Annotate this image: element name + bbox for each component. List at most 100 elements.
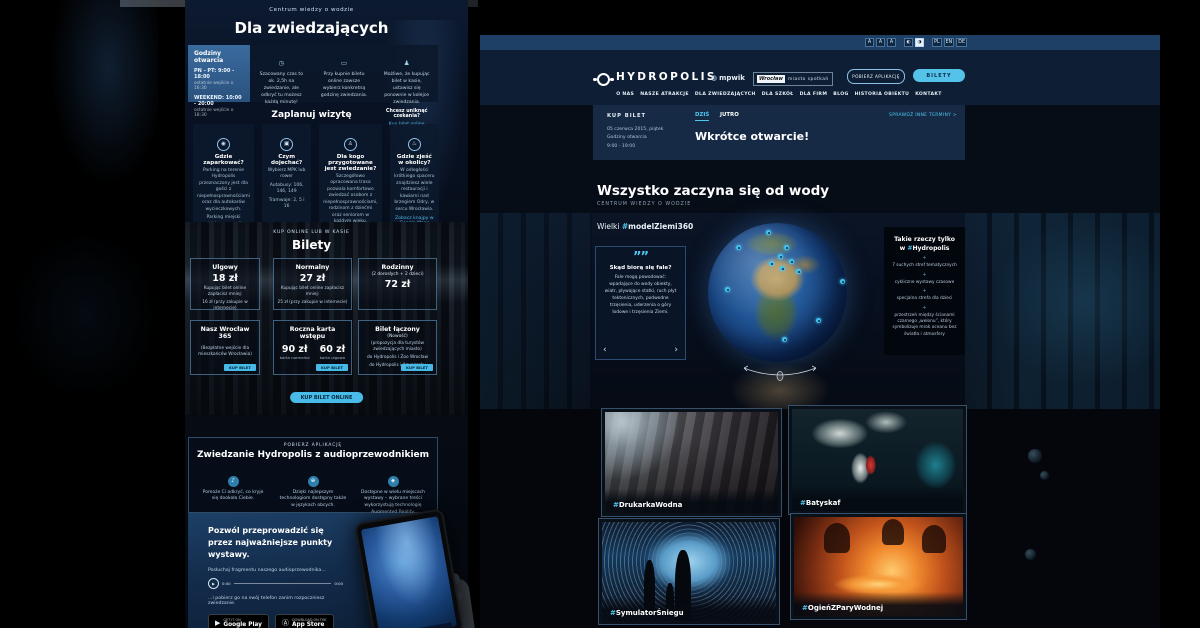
buy-ticket-button[interactable]: KUP BILET xyxy=(316,364,348,371)
hydropolis-logo-text[interactable]: HYDROPOLIS xyxy=(616,71,717,83)
check-other-dates-link[interactable]: SPRAWDŹ INNE TERMINY > xyxy=(889,113,957,118)
map-pin-icon[interactable] xyxy=(766,230,771,235)
audioguide-promo-section: Pozwól przeprowadzić się przez najważnie… xyxy=(188,513,438,628)
visitor-silhouette xyxy=(882,519,904,545)
ticket-card-reduced: Ulgowy 18 zł Kupując bilet online zapłac… xyxy=(190,258,260,310)
ticket-card-normal: Normalny 27 zł Kupując bilet online zapł… xyxy=(273,258,352,310)
map-pin-icon[interactable] xyxy=(784,245,789,250)
nav-item-nasze-atrakcje[interactable]: NASZE ATRAKCJE xyxy=(640,92,689,97)
audioguide-features: ♪ Pomoże Ci odkryć, co kryje się dookoła… xyxy=(199,467,427,517)
facts-title-tag: Hydropolis xyxy=(912,245,949,252)
language-en-button[interactable]: EN xyxy=(944,38,955,47)
font-size-medium-button[interactable]: A xyxy=(876,38,885,47)
opening-hours-value: 9:00 - 19:00 xyxy=(607,143,663,151)
play-button[interactable]: ▶ xyxy=(208,578,219,589)
site-tagline: Centrum wiedzy o wodzie xyxy=(185,7,438,13)
tip-text: Możliwe, że kupując bilet w kasie, ustaw… xyxy=(381,72,432,106)
opening-hours-box: Godziny otwarcia PN - PT: 9:00 - 18:00 o… xyxy=(188,45,250,102)
font-size-large-button[interactable]: A xyxy=(887,38,896,47)
nav-item-historia-obiektu[interactable]: HISTORIA OBIEKTU xyxy=(855,92,910,97)
ticket-note: 16 zł (przy zakupie w internecie) xyxy=(194,300,256,312)
nav-item-kontakt[interactable]: KONTAKT xyxy=(915,92,942,97)
page-title: Dla zwiedzających xyxy=(185,19,438,37)
feature-text: Pomoże Ci odkryć, co kryje się dookoła C… xyxy=(199,490,267,504)
nav-item-dla-szkol[interactable]: DLA SZKÓŁ xyxy=(762,92,794,97)
attraction-card-batyskaf[interactable]: #Batyskaf xyxy=(788,405,967,515)
map-pin-icon[interactable] xyxy=(796,269,801,274)
augmented-reality-icon: ◈ xyxy=(388,476,399,487)
tickets-button[interactable]: BILETY xyxy=(913,69,965,82)
attraction-card-drukarka-wodna[interactable]: #DrukarkaWodna xyxy=(601,408,782,517)
nav-item-blog[interactable]: BLOG xyxy=(833,92,848,97)
map-pin-icon[interactable] xyxy=(840,279,845,284)
exhibit-background-left xyxy=(480,213,592,409)
font-size-small-button[interactable]: A xyxy=(865,38,874,47)
hydropolis-logo-icon xyxy=(597,73,610,86)
map-pin-icon[interactable] xyxy=(769,261,774,266)
card-text: Tramwaje: 2, 5 i 16 xyxy=(266,198,307,211)
attraction-card-ogien-z-pary[interactable]: #OgieńZParyWodnej xyxy=(790,513,967,620)
promo-text-column: Pozwól przeprowadzić się przez najważnie… xyxy=(208,525,343,628)
badge-big-text: App Store xyxy=(292,622,327,628)
feature-text: Dzięki najlepszym technologiom dostępny … xyxy=(279,490,347,510)
opening-soon-message: Wkrótce otwarcie! xyxy=(695,130,809,143)
map-pin-icon[interactable] xyxy=(778,254,783,259)
mpwik-logo: ◍ mpwik xyxy=(711,74,745,82)
buy-ticket-panel: KUP BILET DZIŚ JUTRO SPRAWDŹ INNE TERMIN… xyxy=(593,105,965,160)
map-pin-icon[interactable] xyxy=(736,245,741,250)
ticket-name: Ulgowy xyxy=(194,264,256,271)
carousel-next-icon[interactable]: › xyxy=(674,345,678,355)
attraction-card-symulator-sniegu[interactable]: #SymulatorŚniegu xyxy=(598,518,780,625)
tab-today[interactable]: DZIŚ xyxy=(695,112,709,121)
seek-bar[interactable] xyxy=(234,583,332,584)
ticket-price: 27 zł xyxy=(277,273,348,284)
clock-icon: ◷ xyxy=(279,59,285,67)
buy-ticket-button[interactable]: KUP BILET xyxy=(224,364,256,371)
buy-ticket-online-cta[interactable]: KUP BILET ONLINE xyxy=(290,392,364,403)
facts-title-line1: Takie rzeczy tylko xyxy=(890,235,959,244)
card-title: Czym dojechać? xyxy=(266,154,307,166)
nav-item-o-nas[interactable]: O NAS xyxy=(616,92,634,97)
language-pl-button[interactable]: PL xyxy=(932,38,942,47)
download-app-label: POBIERZ APLIKACJĘ xyxy=(189,443,437,448)
attraction-tag: OgieńZParyWodnej xyxy=(808,604,883,612)
google-play-badge[interactable]: ▶ GET IT ON Google Play xyxy=(208,614,269,628)
audioguide-section: POBIERZ APLIKACJĘ Zwiedzanie Hydropolis … xyxy=(188,437,438,513)
feature-ar: ◈ Dostępne w wielu miejscach wystawy – w… xyxy=(359,467,427,517)
feature-discover: ♪ Pomoże Ci odkryć, co kryje się dookoła… xyxy=(199,467,267,517)
contrast-light-button[interactable]: ◑ xyxy=(915,38,924,47)
city-slogan: miasto spotkań xyxy=(788,77,829,82)
attraction-tag: Batyskaf xyxy=(806,499,841,507)
exhibit-background-right xyxy=(965,213,1160,409)
wroclaw-logo: Wrocław xyxy=(757,75,785,83)
tab-tomorrow[interactable]: JUTRO xyxy=(720,112,739,118)
contrast-dark-button[interactable]: ◐ xyxy=(904,38,913,47)
ticket-price: 90 zł xyxy=(280,344,310,355)
tickets-section: KUP ONLINE LUB W KASIE Bilety Ulgowy 18 … xyxy=(185,222,468,415)
plus-separator: + xyxy=(890,288,959,294)
tip-queue: ♟ Możliwe, że kupując bilet w kasie, ust… xyxy=(375,45,438,102)
map-pin-icon[interactable] xyxy=(789,259,794,264)
map-pin-icon[interactable] xyxy=(780,266,785,271)
ticket-card-combined: Bilet łączony (Nowość) (propozycja dla t… xyxy=(358,320,437,375)
buy-ticket-button[interactable]: KUP BILET xyxy=(401,364,433,371)
map-pin-icon[interactable] xyxy=(816,318,821,323)
plus-separator: + xyxy=(890,255,959,261)
food-icon: ♨ xyxy=(408,138,421,151)
map-pin-icon[interactable] xyxy=(725,287,730,292)
bubble-decoration xyxy=(1040,471,1049,480)
map-pin-icon[interactable] xyxy=(782,337,787,342)
nav-item-dla-zwiedzajacych[interactable]: DLA ZWIEDZAJĄCYCH xyxy=(695,92,756,97)
carousel-prev-icon[interactable]: ‹ xyxy=(603,345,607,355)
card-text: Szczegółowo opracowana trasa pozwala kom… xyxy=(323,174,377,226)
tip-text: Szacowany czas to ok. 2,5h na zwiedzanie… xyxy=(256,72,307,106)
app-store-badge[interactable]: Ⓐ Download on the App Store xyxy=(275,614,334,628)
nav-item-dla-firm[interactable]: DLA FIRM xyxy=(800,92,828,97)
ticket-note: Kupując bilet online zapłacisz mniej: xyxy=(194,286,256,298)
download-app-button[interactable]: POBIERZ APLIKACJĘ xyxy=(847,69,905,84)
language-de-button[interactable]: DE xyxy=(956,38,967,47)
label-tag: modelZiemi360 xyxy=(628,222,693,231)
fact-item: 7 suchych stref tematycznych xyxy=(890,263,959,269)
earth-globe-model[interactable] xyxy=(708,223,847,362)
ticket-name: Normalny xyxy=(277,264,348,271)
